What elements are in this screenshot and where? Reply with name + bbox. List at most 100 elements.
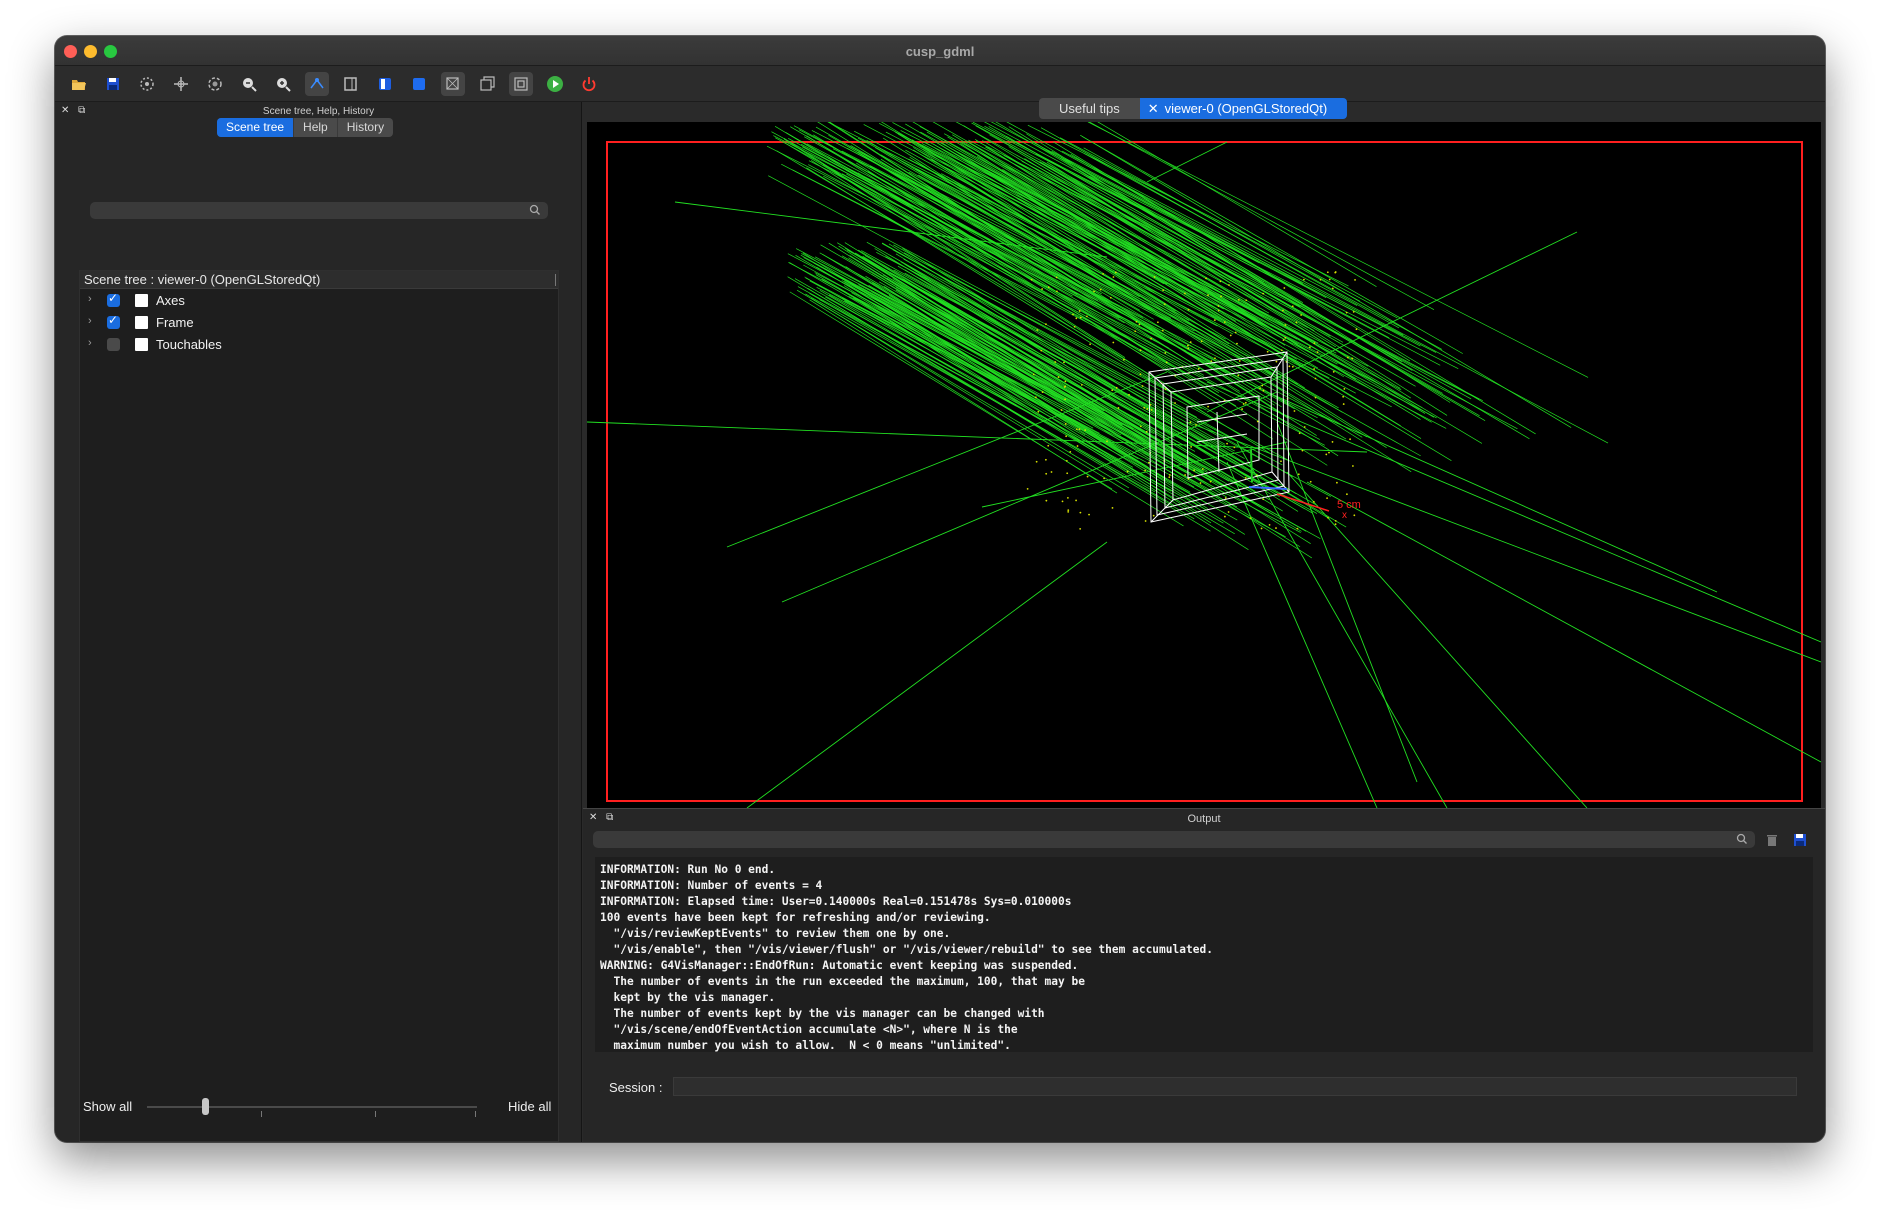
hit-point — [1342, 403, 1345, 405]
hit-point — [1076, 445, 1079, 447]
frame-visibility-checkbox[interactable] — [107, 313, 120, 329]
x-axis — [1276, 493, 1330, 512]
hit-point — [1055, 276, 1058, 279]
rotate-icon[interactable] — [135, 72, 159, 96]
viewer-frame — [606, 141, 1803, 802]
hit-point — [1319, 278, 1322, 281]
hit-point — [1303, 278, 1305, 281]
hit-point — [1032, 373, 1035, 376]
hit-point — [1047, 286, 1050, 289]
app-window: cusp_gdml ✕ ⧉ Scene tree, Help, History … — [55, 36, 1825, 1142]
hit-point — [1201, 468, 1204, 470]
dock-tab-bar: Scene tree Help History — [217, 118, 394, 137]
tab-useful-tips[interactable]: Useful tips — [1039, 98, 1140, 119]
particle-track — [798, 129, 1290, 385]
search-icon — [1736, 833, 1747, 844]
hit-point — [1352, 311, 1355, 313]
particle-track — [956, 161, 1452, 461]
chevron-right-icon[interactable]: › — [88, 315, 92, 327]
output-log: INFORMATION: Run No 0 end. INFORMATION: N… — [595, 857, 1813, 1052]
particle-track — [1266, 391, 1718, 593]
hit-point — [1115, 386, 1118, 389]
hit-point — [1045, 472, 1048, 475]
chevron-right-icon[interactable]: › — [88, 293, 92, 305]
pick-icon[interactable] — [203, 72, 227, 96]
hit-point — [1295, 321, 1298, 324]
hit-point — [1184, 474, 1187, 476]
perspective-icon[interactable] — [305, 72, 329, 96]
touchables-visibility-checkbox[interactable] — [107, 338, 120, 351]
hit-point — [1045, 499, 1048, 502]
title-bar: cusp_gdml — [55, 36, 1825, 66]
hit-point — [1291, 305, 1294, 308]
axes-color-swatch[interactable] — [135, 294, 148, 307]
hidden-line-icon[interactable] — [339, 72, 363, 96]
save-icon[interactable] — [1793, 833, 1807, 847]
hit-point — [1064, 423, 1067, 425]
hit-point — [1088, 513, 1090, 516]
hit-point — [1056, 290, 1058, 293]
session-label: Session : — [609, 1080, 663, 1095]
hit-point — [1183, 292, 1186, 295]
hit-point — [1280, 349, 1283, 352]
trash-icon[interactable] — [1765, 833, 1779, 847]
tab-viewer-0[interactable]: ✕ viewer-0 (OpenGLStoredQt) — [1139, 98, 1348, 119]
tab-help[interactable]: Help — [294, 118, 338, 137]
hit-point — [1226, 442, 1228, 445]
show-all-label: Show all — [83, 1099, 133, 1114]
perspective-view-icon[interactable] — [509, 72, 533, 96]
solid-surface-icon[interactable] — [373, 72, 397, 96]
hidden-line-removal-icon[interactable] — [475, 72, 499, 96]
scene-tree-search-input[interactable] — [90, 202, 548, 219]
hit-point — [1190, 445, 1193, 448]
visibility-depth-slider[interactable] — [147, 1106, 477, 1117]
tree-item-label: Frame — [156, 315, 194, 330]
hit-point — [1326, 271, 1329, 274]
hit-point — [1301, 449, 1304, 452]
tree-item-axes[interactable]: › Axes — [80, 289, 558, 311]
hit-point — [1084, 429, 1087, 432]
session-command-input[interactable] — [673, 1077, 1797, 1096]
tab-history[interactable]: History — [338, 118, 393, 137]
hit-point — [1207, 405, 1210, 408]
output-title: Output — [1187, 813, 1221, 825]
toolbar — [55, 66, 1825, 102]
axes-visibility-checkbox[interactable] — [107, 291, 120, 307]
touchables-color-swatch[interactable] — [135, 338, 148, 351]
chevron-right-icon[interactable]: › — [88, 337, 92, 349]
opengl-viewer-canvas[interactable]: 5 cm x — [587, 122, 1821, 808]
hit-point — [1117, 407, 1120, 409]
hit-point — [1103, 477, 1106, 480]
close-tab-icon[interactable]: ✕ — [1148, 101, 1159, 116]
hit-point — [1145, 430, 1148, 433]
hit-point — [1138, 323, 1141, 326]
solid-icon[interactable] — [407, 72, 431, 96]
hit-point — [1217, 309, 1220, 312]
hit-point — [1086, 475, 1089, 478]
open-folder-icon[interactable] — [67, 72, 91, 96]
hit-point — [1189, 421, 1192, 424]
hit-point — [1205, 277, 1207, 280]
hit-point — [1313, 368, 1316, 370]
hit-point — [1199, 482, 1202, 484]
hit-point — [1200, 340, 1203, 343]
hit-point — [1227, 511, 1230, 513]
hit-point — [1262, 498, 1265, 501]
hit-point — [1066, 472, 1069, 475]
quit-icon[interactable] — [577, 72, 601, 96]
tab-scene-tree[interactable]: Scene tree — [217, 118, 295, 137]
wireframe-icon[interactable] — [441, 72, 465, 96]
save-icon[interactable] — [101, 72, 125, 96]
zoom-out-icon[interactable] — [237, 72, 261, 96]
tree-item-frame[interactable]: › Frame — [80, 311, 558, 333]
slider-handle[interactable] — [202, 1098, 209, 1115]
zoom-in-icon[interactable] — [271, 72, 295, 96]
tree-item-touchables[interactable]: › Touchables — [80, 333, 558, 355]
run-beam-on-icon[interactable] — [543, 72, 567, 96]
move-icon[interactable] — [169, 72, 193, 96]
hit-point — [1261, 384, 1264, 387]
hit-point — [1067, 509, 1070, 512]
frame-color-swatch[interactable] — [135, 316, 148, 329]
hit-point — [1162, 289, 1165, 292]
output-search-input[interactable] — [593, 831, 1755, 848]
